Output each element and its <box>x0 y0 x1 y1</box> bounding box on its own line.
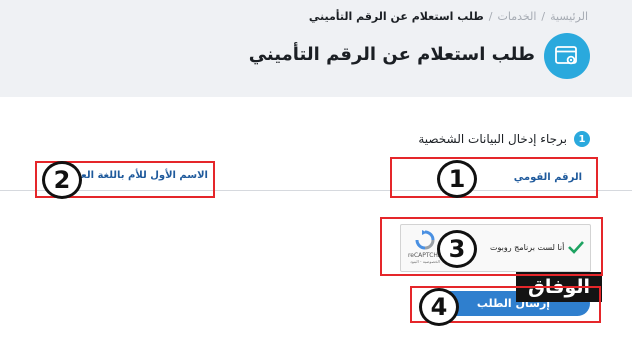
annotation-box-national-id <box>390 157 598 198</box>
page-header: الرئيسية / الخدمات / طلب استعلام عن الرقم ال… <box>0 0 632 97</box>
annotation-number-4: 4 <box>419 288 459 326</box>
breadcrumb-separator: / <box>541 10 546 23</box>
breadcrumb: الرئيسية / الخدمات / طلب استعلام عن الرقم ال… <box>309 10 588 23</box>
step-number-badge: 1 <box>574 131 590 147</box>
window-settings-icon <box>544 33 590 79</box>
breadcrumb-home[interactable]: الرئيسية <box>550 10 588 23</box>
breadcrumb-services[interactable]: الخدمات <box>498 10 537 23</box>
annotation-box-recaptcha <box>380 217 603 276</box>
step-title: برجاء إدخال البيانات الشخصية <box>418 132 567 146</box>
breadcrumb-current: طلب استعلام عن الرقم التأميني <box>308 10 484 23</box>
step-indicator: 1 برجاء إدخال البيانات الشخصية <box>418 131 590 147</box>
annotation-number-3: 3 <box>437 230 477 268</box>
annotation-number-2: 2 <box>42 161 82 199</box>
annotation-number-1: 1 <box>437 160 477 198</box>
breadcrumb-separator: / <box>488 10 493 23</box>
page-title: طلب استعلام عن الرقم التأميني <box>248 44 535 65</box>
